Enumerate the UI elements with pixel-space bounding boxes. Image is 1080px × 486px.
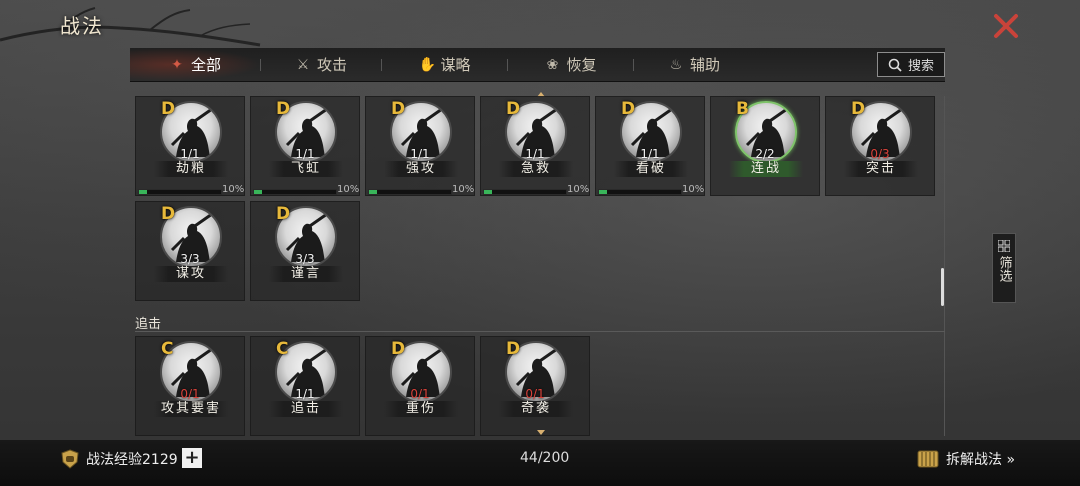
tactic-grade: D xyxy=(621,99,636,119)
disassemble-label: 拆解战法 » xyxy=(946,452,1016,468)
tactic-card[interactable]: D 3/3 谋攻 xyxy=(135,201,245,301)
tactic-grade: C xyxy=(276,339,289,359)
crossed-swords-icon: ⚔ xyxy=(296,56,310,73)
tab-label: 攻击 xyxy=(316,56,347,74)
support-bag-icon: ♨ xyxy=(669,56,683,73)
tactic-card[interactable]: D 1/1 看破 10% xyxy=(595,96,705,196)
tactic-card[interactable]: D 0/3 突击 xyxy=(825,96,935,196)
tactic-card[interactable]: D 0/1 重伤 xyxy=(365,336,475,436)
grid-icon xyxy=(998,240,1010,252)
scroll-down-indicator xyxy=(537,430,545,435)
all-icon: ✦ xyxy=(171,56,183,73)
tab-label: 谋略 xyxy=(440,56,471,74)
tactic-progress-bar xyxy=(253,189,337,195)
tactic-card[interactable]: D 1/1 飞虹 10% xyxy=(250,96,360,196)
strategy-hand-icon: ✋ xyxy=(418,56,436,73)
tactic-progress-label: 10% xyxy=(452,184,475,195)
tactic-name: 劫粮 xyxy=(154,161,228,177)
tactic-card[interactable]: D 0/1 奇袭 xyxy=(480,336,590,436)
tactic-count: 1/1 xyxy=(295,387,315,401)
tactic-progress-bar xyxy=(483,189,567,195)
tactic-count: 1/1 xyxy=(295,147,315,161)
tactic-name: 攻其要害 xyxy=(154,401,228,417)
section-divider xyxy=(135,331,945,332)
shield-fist-icon xyxy=(61,449,79,469)
tactic-progress-label: 10% xyxy=(682,184,705,195)
tab-recovery[interactable]: ❀ 恢复 xyxy=(508,48,633,81)
tactic-grade: D xyxy=(391,99,406,119)
tactic-progress-label: 10% xyxy=(337,184,360,195)
tactic-name: 谋攻 xyxy=(154,266,228,282)
tactic-count: 0/3 xyxy=(870,147,890,161)
window-title: 战法 xyxy=(60,14,104,38)
tab-all[interactable]: ✦ 全部 xyxy=(130,48,260,81)
filter-button[interactable]: 筛选 xyxy=(992,233,1016,303)
tactic-count: 0/1 xyxy=(180,387,200,401)
tactic-count: 1/1 xyxy=(525,147,545,161)
tactic-capacity: 44/200 xyxy=(520,450,570,466)
tactic-grade: D xyxy=(276,99,291,119)
exp-label: 战法经验2129 xyxy=(86,452,178,468)
tactic-grade: D xyxy=(161,99,176,119)
recovery-pot-icon: ❀ xyxy=(546,56,559,73)
tactic-card[interactable]: C 1/1 追击 xyxy=(250,336,360,436)
tactic-grade: C xyxy=(161,339,174,359)
category-tabs: ✦ 全部 ⚔ 攻击 ✋ 谋略 ❀ 恢复 ♨ 辅助 xyxy=(130,48,945,82)
close-icon[interactable] xyxy=(992,12,1020,40)
tactic-count: 0/1 xyxy=(410,387,430,401)
tactic-name: 看破 xyxy=(614,161,688,177)
tactic-count: 3/3 xyxy=(180,252,200,266)
tactic-progress-bar xyxy=(598,189,682,195)
tactic-progress-bar xyxy=(368,189,452,195)
tactic-count: 1/1 xyxy=(640,147,660,161)
search-label: 搜索 xyxy=(907,59,934,74)
tab-label: 恢复 xyxy=(566,56,597,74)
tactic-grade: D xyxy=(161,204,176,224)
tactic-count: 1/1 xyxy=(410,147,430,161)
tactic-grade: B xyxy=(736,99,749,119)
tactic-name: 急救 xyxy=(499,161,573,177)
tactic-grade: D xyxy=(391,339,406,359)
tab-strategy[interactable]: ✋ 谋略 xyxy=(382,48,507,81)
tactic-name: 飞虹 xyxy=(269,161,343,177)
tactic-card[interactable]: D 1/1 急救 10% xyxy=(480,96,590,196)
search-button[interactable]: 搜索 xyxy=(877,52,945,77)
tab-support[interactable]: ♨ 辅助 xyxy=(634,48,754,81)
disassemble-button[interactable]: 拆解战法 » xyxy=(916,448,1015,470)
tactic-progress-label: 10% xyxy=(567,184,590,195)
tactic-progress-bar xyxy=(138,189,222,195)
tactic-card[interactable]: C 0/1 攻其要害 xyxy=(135,336,245,436)
filter-label: 筛选 xyxy=(996,256,1012,282)
list-right-border xyxy=(944,96,945,436)
tab-label: 全部 xyxy=(190,56,221,74)
section-label-pursuit: 追击 xyxy=(135,317,162,332)
tactic-count: 0/1 xyxy=(525,387,545,401)
tab-label: 辅助 xyxy=(689,56,720,74)
search-icon xyxy=(888,58,902,72)
tactic-grade: D xyxy=(276,204,291,224)
tactic-card[interactable]: D 3/3 谨言 xyxy=(250,201,360,301)
tactic-grade: D xyxy=(506,339,521,359)
tactic-progress-label: 10% xyxy=(222,184,245,195)
tactic-grade: D xyxy=(506,99,521,119)
add-exp-button[interactable]: + xyxy=(182,448,202,468)
tactic-card[interactable]: D 1/1 强攻 10% xyxy=(365,96,475,196)
tab-attack[interactable]: ⚔ 攻击 xyxy=(261,48,381,81)
tactic-name: 连战 xyxy=(729,161,803,177)
tactic-name: 奇袭 xyxy=(499,401,573,417)
tactic-name: 突击 xyxy=(844,161,918,177)
tactic-card[interactable]: D 1/1 劫粮 10% xyxy=(135,96,245,196)
tactic-count: 2/2 xyxy=(755,147,775,161)
tactic-count: 3/3 xyxy=(295,252,315,266)
tactic-name: 谨言 xyxy=(269,266,343,282)
tactic-exp: 战法经验2129 xyxy=(60,449,178,469)
tactic-card[interactable]: B 2/2 连战 xyxy=(710,96,820,196)
tactic-name: 强攻 xyxy=(384,161,458,177)
tactic-count: 1/1 xyxy=(180,147,200,161)
tactic-name: 追击 xyxy=(269,401,343,417)
list-scrollbar[interactable] xyxy=(941,268,944,306)
scroll-bundle-icon xyxy=(917,450,939,468)
tactic-name: 重伤 xyxy=(384,401,458,417)
tactic-grade: D xyxy=(851,99,866,119)
